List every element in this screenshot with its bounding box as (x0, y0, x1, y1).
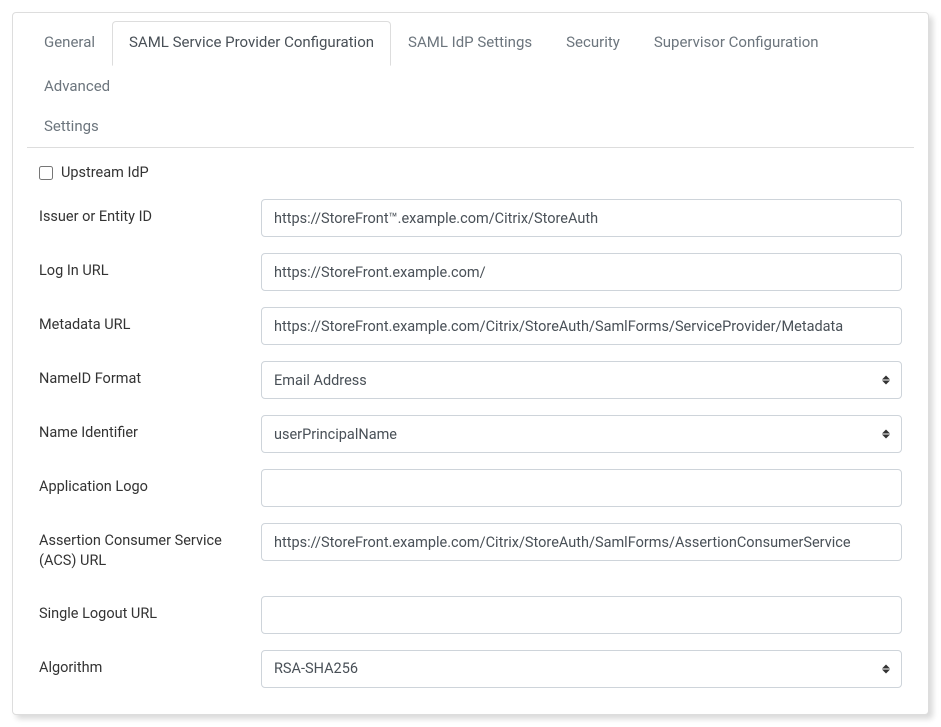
login-url-row: Log In URL (35, 253, 906, 291)
app-logo-label: Application Logo (35, 469, 261, 505)
metadata-url-label: Metadata URL (35, 307, 261, 343)
acs-url-label: Assertion Consumer Service (ACS) URL (35, 523, 261, 580)
name-identifier-row: Name Identifier userPrincipalName (35, 415, 906, 453)
nameid-format-select[interactable]: Email Address (261, 361, 902, 399)
tab-settings[interactable]: Settings (27, 115, 914, 137)
tab-content: Upstream IdP Issuer or Entity ID Log In … (27, 147, 914, 700)
upstream-idp-checkbox[interactable] (39, 166, 53, 180)
slo-url-row: Single Logout URL (35, 596, 906, 634)
metadata-url-row: Metadata URL (35, 307, 906, 345)
upstream-idp-label: Upstream IdP (61, 164, 149, 181)
issuer-row: Issuer or Entity ID (35, 199, 906, 237)
tab-supervisor-config[interactable]: Supervisor Configuration (637, 21, 836, 65)
slo-url-label: Single Logout URL (35, 596, 261, 632)
tab-security[interactable]: Security (549, 21, 637, 65)
tab-saml-idp-settings[interactable]: SAML IdP Settings (391, 21, 549, 65)
algorithm-row: Algorithm RSA-SHA256 (35, 650, 906, 688)
nameid-format-row: NameID Format Email Address (35, 361, 906, 399)
upstream-idp-row: Upstream IdP (35, 164, 906, 181)
acs-url-row: Assertion Consumer Service (ACS) URL (35, 523, 906, 580)
app-logo-row: Application Logo (35, 469, 906, 507)
issuer-label: Issuer or Entity ID (35, 199, 261, 235)
slo-url-input[interactable] (261, 596, 902, 634)
algorithm-label: Algorithm (35, 650, 261, 686)
config-panel: General SAML Service Provider Configurat… (12, 12, 929, 715)
tab-saml-sp-config[interactable]: SAML Service Provider Configuration (112, 21, 391, 66)
issuer-input[interactable] (261, 199, 902, 237)
login-url-input[interactable] (261, 253, 902, 291)
name-identifier-select[interactable]: userPrincipalName (261, 415, 902, 453)
app-logo-input[interactable] (261, 469, 902, 507)
algorithm-select[interactable]: RSA-SHA256 (261, 650, 902, 688)
login-url-label: Log In URL (35, 253, 261, 289)
tab-advanced[interactable]: Advanced (27, 65, 127, 109)
name-identifier-label: Name Identifier (35, 415, 261, 451)
tabs-nav: General SAML Service Provider Configurat… (13, 13, 928, 147)
acs-url-input[interactable] (261, 523, 902, 561)
tab-general[interactable]: General (27, 21, 112, 65)
metadata-url-input[interactable] (261, 307, 902, 345)
nameid-format-label: NameID Format (35, 361, 261, 397)
